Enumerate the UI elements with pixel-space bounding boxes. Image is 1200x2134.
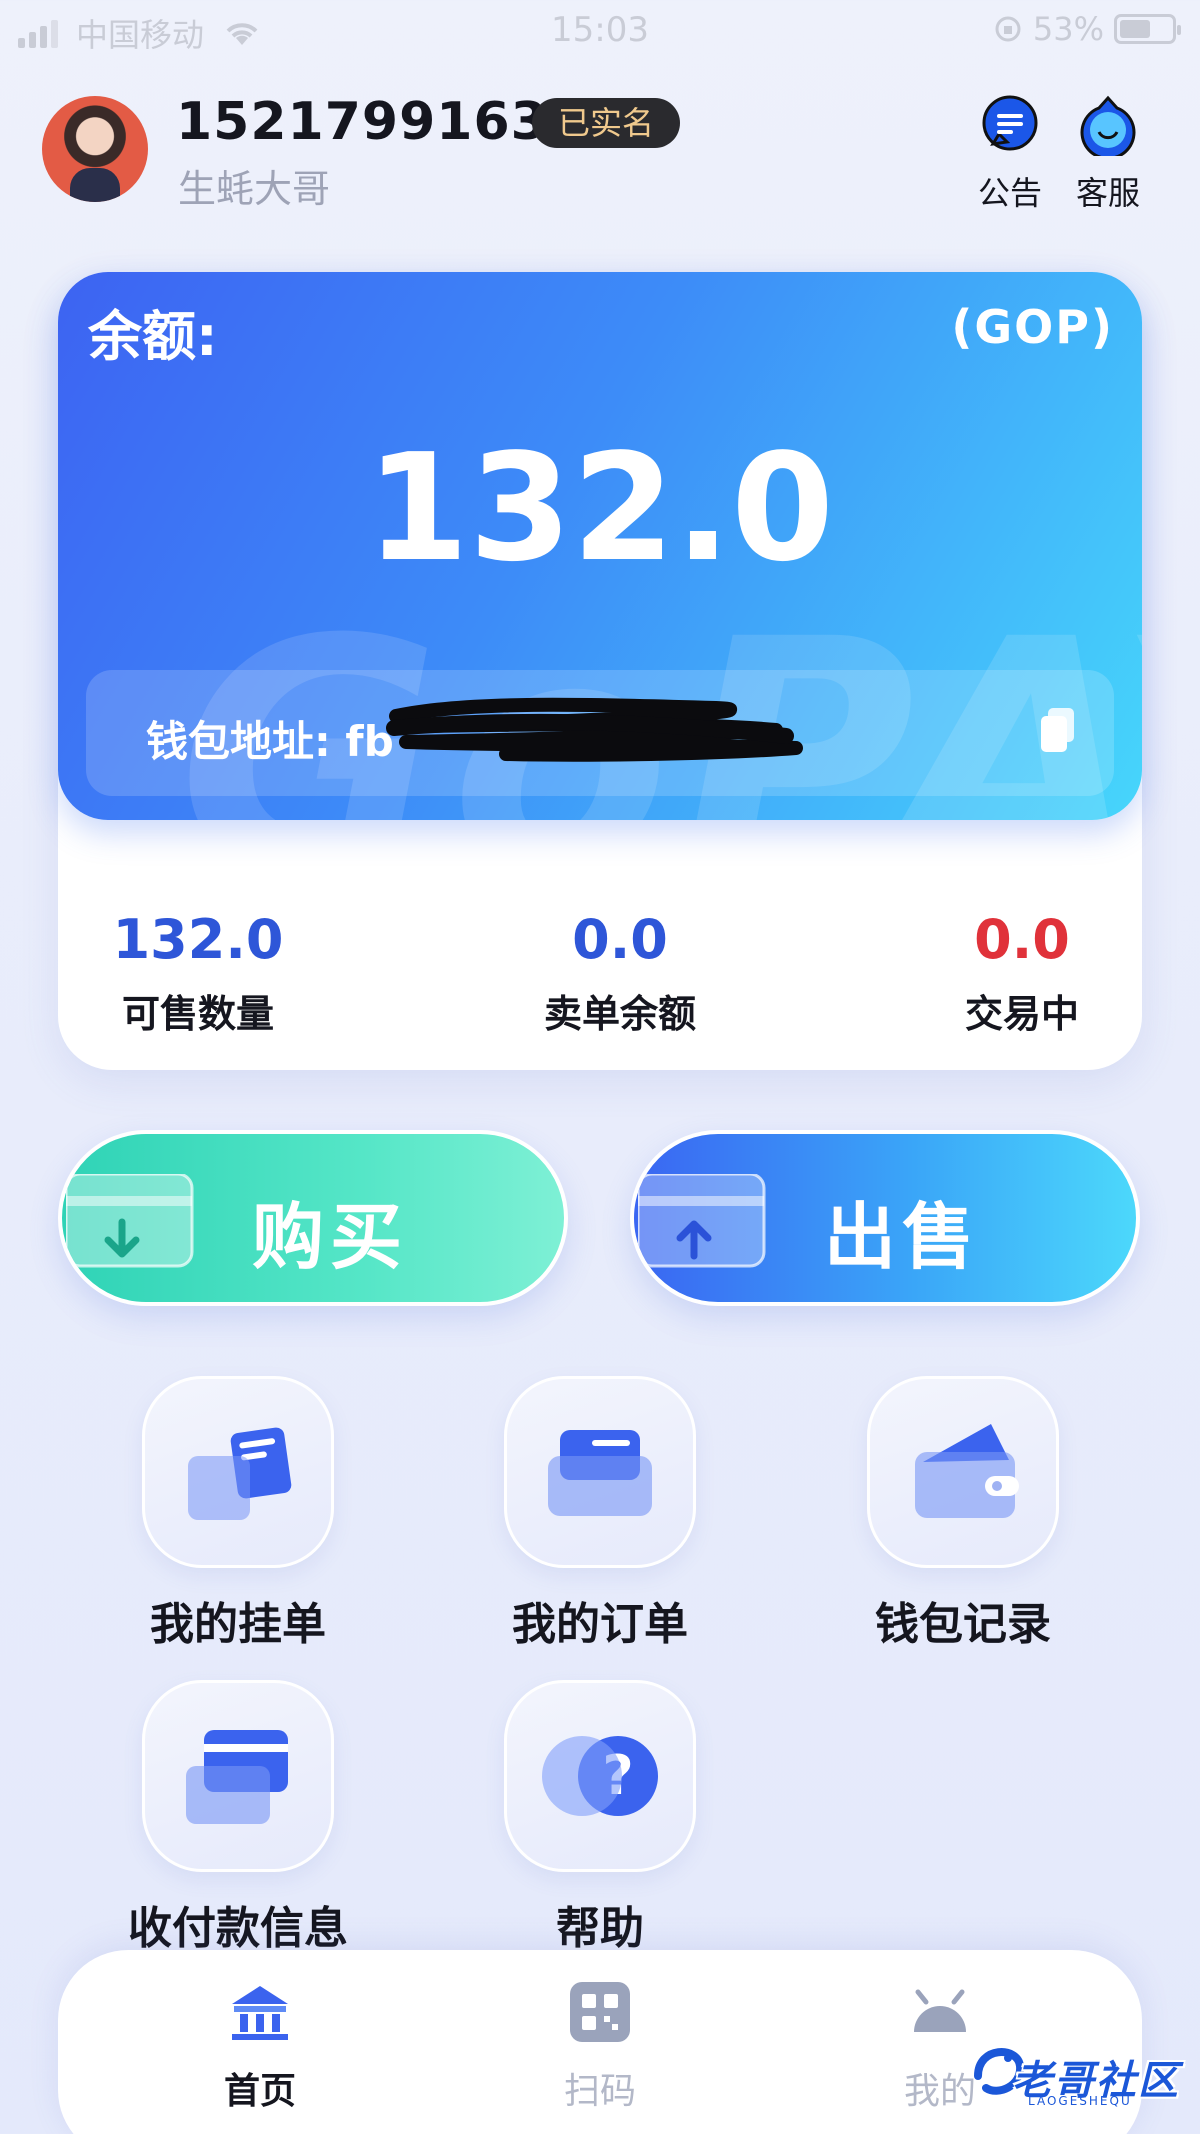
listing-cards-icon [188, 1427, 292, 1520]
wallet-records-tile [867, 1376, 1059, 1568]
customer-service-button[interactable]: 客服 [1058, 94, 1158, 214]
copy-icon[interactable] [1038, 706, 1078, 756]
my-listings-tile [142, 1376, 334, 1568]
balance-value: 132.0 [365, 422, 835, 594]
status-bar: 中国移动 15:03 53% [0, 0, 1200, 60]
status-right: 53% [993, 10, 1181, 48]
qr-scan-icon [570, 1982, 630, 2042]
buy-button[interactable]: 购买 [58, 1130, 568, 1306]
nav-scan-label: 扫码 [563, 2071, 636, 2112]
help-label: 帮助 [556, 1903, 644, 1954]
folder-icon [548, 1430, 652, 1516]
buy-label: 购买 [252, 1195, 409, 1279]
nav-home-label: 首页 [223, 2071, 296, 2112]
payment-cards-icon [186, 1730, 288, 1824]
grid-help[interactable]: ? 帮助 [450, 1680, 750, 1956]
nav-home[interactable]: 首页 [160, 1980, 360, 2114]
watermark-subtext: LAOGESHEQU [1028, 2094, 1132, 2108]
stat-sell-balance-value: 0.0 [572, 908, 668, 971]
bank-home-icon [232, 1986, 288, 2040]
stat-available: 132.0 可售数量 [68, 908, 328, 1038]
card-upload-icon [638, 1174, 766, 1268]
wallet-records-label: 钱包记录 [875, 1599, 1051, 1650]
my-orders-tile [504, 1376, 696, 1568]
grid-wallet-records[interactable]: 钱包记录 [813, 1376, 1113, 1652]
stat-sell-balance: 0.0 卖单余额 [490, 908, 750, 1038]
wallet-address-bar: 钱包地址: fb [86, 670, 1114, 796]
help-tile: ? [504, 1680, 696, 1872]
grid-my-orders[interactable]: 我的订单 [450, 1376, 750, 1652]
wallet-address-label: 钱包地址: fb [146, 717, 394, 766]
sell-button[interactable]: 出售 [630, 1130, 1140, 1306]
payment-info-label: 收付款信息 [128, 1903, 348, 1954]
balance-label: 余额: [88, 305, 218, 368]
balance-unit: (GOP) [951, 300, 1114, 354]
announcement-chat-icon [982, 95, 1038, 151]
stat-in-trade-value: 0.0 [974, 908, 1070, 971]
my-orders-label: 我的订单 [512, 1599, 688, 1650]
payment-info-tile [142, 1680, 334, 1872]
battery-percent: 53% [1032, 10, 1104, 48]
customer-service-icon [1080, 95, 1136, 160]
sell-label: 出售 [824, 1195, 981, 1279]
stat-available-label: 可售数量 [121, 992, 274, 1036]
user-phone: 15217991631 [176, 92, 585, 152]
stat-in-trade-label: 交易中 [964, 992, 1079, 1036]
avatar[interactable] [42, 96, 148, 202]
balance-card: GoPAY 余额: (GOP) 132.0 钱包地址: fb [58, 272, 1142, 820]
orientation-lock-icon [995, 16, 1021, 42]
nav-scan[interactable]: 扫码 [500, 1980, 700, 2114]
redaction-scribble [386, 697, 803, 762]
stat-in-trade: 0.0 交易中 [892, 908, 1152, 1038]
wallet-icon [915, 1424, 1019, 1518]
user-nickname: 生蚝大哥 [178, 167, 331, 211]
profile-icon [914, 1989, 966, 2032]
grid-payment-info[interactable]: 收付款信息 [88, 1680, 388, 1956]
announcement-label: 公告 [977, 174, 1042, 212]
stat-available-value: 132.0 [112, 908, 284, 971]
announcement-button[interactable]: 公告 [960, 94, 1060, 214]
stat-sell-balance-label: 卖单余额 [543, 992, 696, 1036]
help-question-icon: ? [542, 1736, 658, 1816]
card-download-icon [66, 1174, 194, 1268]
battery-fill [1120, 20, 1150, 38]
battery-icon [1114, 14, 1181, 44]
verified-badge: 已实名 [532, 98, 681, 148]
grid-my-listings[interactable]: 我的挂单 [88, 1376, 388, 1652]
my-listings-label: 我的挂单 [150, 1599, 326, 1650]
community-watermark: 老哥社区 LAOGESHEQU [968, 2036, 1188, 2116]
customer-service-label: 客服 [1075, 174, 1140, 212]
